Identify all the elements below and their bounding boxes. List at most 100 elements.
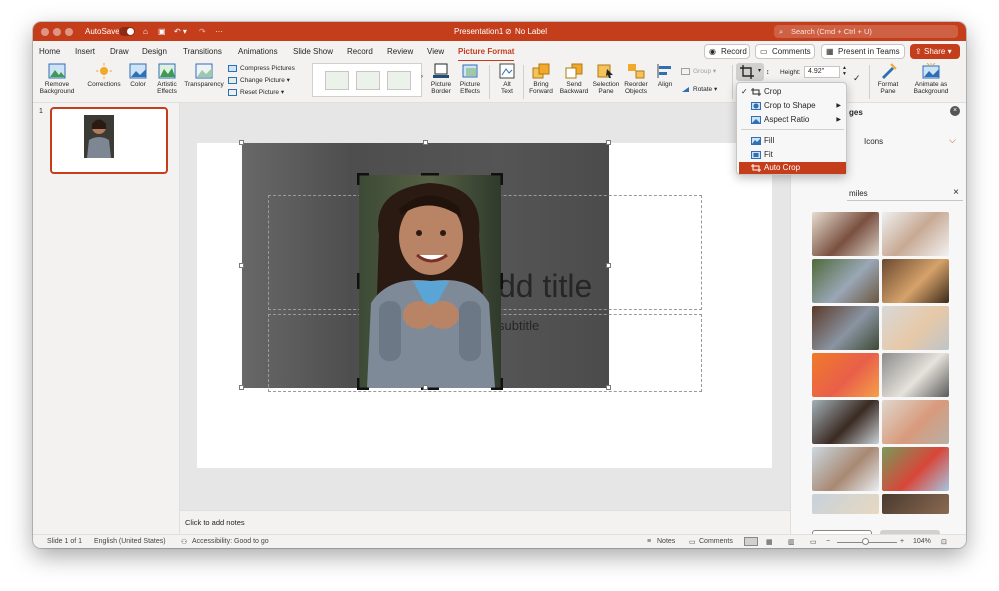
close-window-button[interactable] xyxy=(41,28,49,36)
notes-toggle[interactable]: Notes xyxy=(657,538,675,545)
change-picture-button[interactable]: Change Picture ▾ xyxy=(228,76,290,85)
comments-toggle[interactable]: Comments xyxy=(699,538,733,545)
stock-image[interactable] xyxy=(812,494,879,514)
stock-image[interactable] xyxy=(812,400,879,444)
more-options-icon[interactable]: ··· xyxy=(215,25,223,38)
slideshow-icon[interactable]: ▭ xyxy=(810,538,817,546)
undo-icon[interactable]: ↶ ▾ xyxy=(174,25,187,38)
record-button[interactable]: ◉ Record xyxy=(704,44,750,59)
close-pane-icon[interactable]: × xyxy=(950,106,960,116)
tab-draw[interactable]: Draw xyxy=(110,46,129,58)
slide-thumbnail-1[interactable] xyxy=(50,107,168,174)
resize-handle[interactable] xyxy=(239,140,244,145)
picture-border-button[interactable]: Picture Border xyxy=(426,63,456,95)
format-pane-button[interactable]: Format Pane xyxy=(874,63,902,95)
stock-image[interactable] xyxy=(812,306,879,350)
reading-view-icon[interactable]: ▥ xyxy=(788,538,795,546)
sensitivity-label[interactable]: No Label xyxy=(515,25,547,38)
resize-handle[interactable] xyxy=(606,140,611,145)
slide-sorter-icon[interactable]: ▦ xyxy=(766,538,773,546)
picture-style-3[interactable] xyxy=(387,71,411,90)
bring-forward-button[interactable]: Bring Forward xyxy=(526,63,556,95)
resize-handle[interactable] xyxy=(239,385,244,390)
chevron-down-icon[interactable]: ⌵ xyxy=(949,135,956,146)
tab-insert[interactable]: Insert xyxy=(75,46,95,58)
artistic-effects-button[interactable]: Artistic Effects xyxy=(153,63,181,95)
language-status[interactable]: English (United States) xyxy=(94,538,166,545)
crop-button[interactable]: ▾ xyxy=(736,63,764,81)
notes-pane[interactable]: Click to add notes xyxy=(180,510,790,534)
height-stepper[interactable]: ▲ ▼ xyxy=(842,65,847,77)
picture-style-1[interactable] xyxy=(325,71,349,90)
slide[interactable]: dd title subtitle xyxy=(197,140,772,468)
stock-image[interactable] xyxy=(812,447,879,491)
resize-handle[interactable] xyxy=(606,385,611,390)
menu-item-fill[interactable]: Fill xyxy=(739,135,846,147)
send-backward-button[interactable]: Send Backward xyxy=(558,63,590,95)
fit-to-window-icon[interactable]: ⊡ xyxy=(941,538,947,546)
search-box[interactable]: ⌕ Search (Cmd + Ctrl + U) xyxy=(774,25,958,38)
compress-pictures-button[interactable]: Compress Pictures xyxy=(228,64,295,73)
minimize-window-button[interactable] xyxy=(53,28,61,36)
selection-pane-button[interactable]: Selection Pane xyxy=(591,63,621,95)
clear-search-icon[interactable]: × xyxy=(953,187,959,198)
home-icon[interactable]: ⌂ xyxy=(143,25,148,38)
corrections-button[interactable]: Corrections xyxy=(86,63,122,88)
tab-animations[interactable]: Animations xyxy=(238,46,278,58)
resize-handle[interactable] xyxy=(423,385,428,390)
stock-image[interactable] xyxy=(882,447,949,491)
tab-picture-format[interactable]: Picture Format xyxy=(458,46,515,62)
menu-item-aspect-ratio[interactable]: Aspect Ratio ▶ xyxy=(739,114,846,126)
comments-button[interactable]: ▭ Comments xyxy=(755,44,815,59)
normal-view-icon[interactable] xyxy=(744,537,758,546)
pane-search-input[interactable]: miles × xyxy=(847,187,963,201)
tab-design[interactable]: Design xyxy=(142,46,167,58)
tab-home[interactable]: Home xyxy=(39,46,60,58)
accessibility-status[interactable]: Accessibility: Good to go xyxy=(192,538,269,545)
zoom-level[interactable]: 104% xyxy=(913,538,931,545)
gallery-more-icon[interactable]: › xyxy=(419,73,425,80)
menu-item-auto-crop[interactable]: Auto Crop xyxy=(739,162,846,174)
tab-transitions[interactable]: Transitions xyxy=(183,46,222,58)
save-icon[interactable]: ▣ xyxy=(158,25,166,38)
resize-handle[interactable] xyxy=(423,140,428,145)
reset-picture-button[interactable]: Reset Picture ▾ xyxy=(228,88,284,97)
picture-effects-button[interactable]: Picture Effects xyxy=(456,63,484,95)
crop-handles[interactable] xyxy=(357,173,503,390)
zoom-slider-thumb[interactable] xyxy=(862,538,869,545)
stock-image[interactable] xyxy=(882,306,949,350)
color-button[interactable]: Color xyxy=(125,63,151,88)
rotate-button[interactable]: Rotate ▾ xyxy=(681,85,717,94)
share-button[interactable]: ⇪ Share ▾ xyxy=(910,44,960,59)
reorder-objects-button[interactable]: Reorder Objects xyxy=(621,63,651,95)
resize-handle[interactable] xyxy=(606,263,611,268)
stock-image[interactable] xyxy=(882,400,949,444)
picture-styles-gallery[interactable] xyxy=(312,63,422,97)
menu-item-crop-to-shape[interactable]: Crop to Shape ▶ xyxy=(739,100,846,112)
zoom-in-icon[interactable]: + xyxy=(900,538,904,545)
pane-tab-icons[interactable]: Icons xyxy=(864,137,883,146)
tab-view[interactable]: View xyxy=(427,46,444,58)
stock-image[interactable] xyxy=(812,212,879,256)
height-input[interactable]: 4.92" xyxy=(804,66,840,78)
present-in-teams-button[interactable]: ▦ Present in Teams xyxy=(821,44,905,59)
redo-icon[interactable]: ↷ xyxy=(199,25,206,38)
stock-image[interactable] xyxy=(882,212,949,256)
menu-item-crop[interactable]: ✓ Crop xyxy=(739,86,846,98)
tab-slide-show[interactable]: Slide Show xyxy=(293,46,333,58)
resize-handle[interactable] xyxy=(239,263,244,268)
group-button[interactable]: Group ▾ xyxy=(681,67,716,76)
lock-aspect-checkbox[interactable]: ✓ xyxy=(853,73,861,84)
stock-image[interactable] xyxy=(882,494,949,514)
zoom-window-button[interactable] xyxy=(65,28,73,36)
picture-style-2[interactable] xyxy=(356,71,380,90)
align-button[interactable]: Align xyxy=(653,63,677,88)
zoom-out-icon[interactable]: − xyxy=(826,538,830,545)
autosave-toggle[interactable] xyxy=(119,27,135,36)
stock-image[interactable] xyxy=(812,353,879,397)
remove-background-button[interactable]: Remove Background xyxy=(38,63,76,95)
menu-item-fit[interactable]: Fit xyxy=(739,149,846,161)
alt-text-button[interactable]: Alt Text xyxy=(495,63,519,95)
tab-review[interactable]: Review xyxy=(387,46,413,58)
stock-image[interactable] xyxy=(882,353,949,397)
